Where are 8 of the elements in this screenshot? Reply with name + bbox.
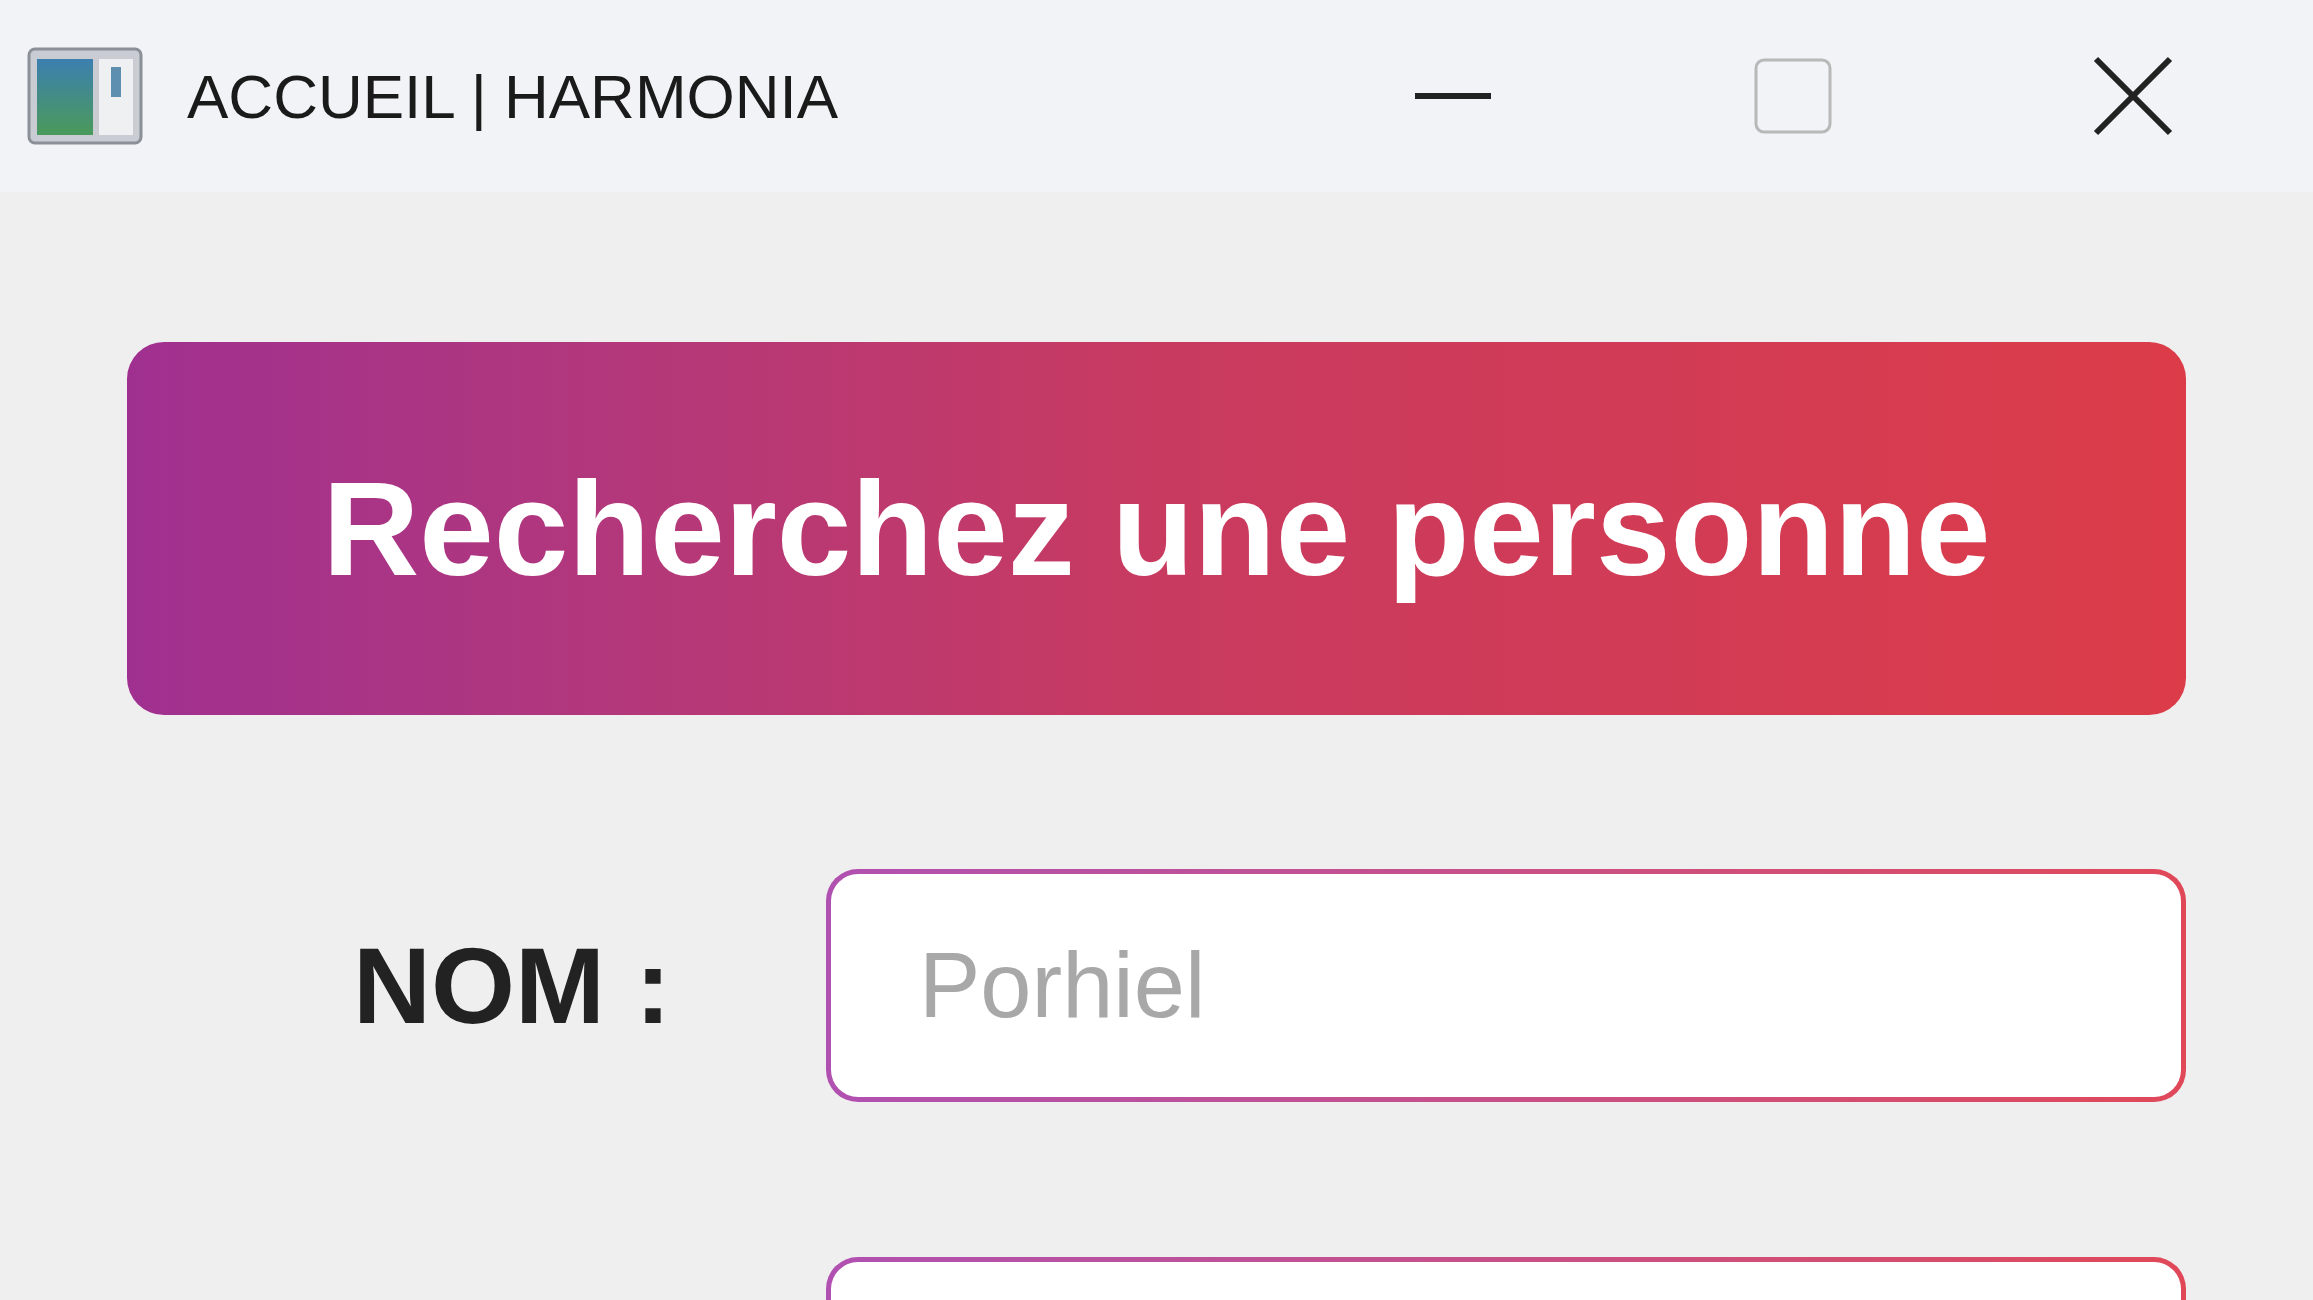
field-label: NOM : [353, 923, 671, 1048]
input-field[interactable]: Porhiel [826, 869, 2186, 1102]
banner-title: Recherchez une personne [322, 453, 1991, 605]
maximize-icon [1754, 58, 1832, 134]
minimize-icon [1415, 93, 1491, 99]
close-icon [2093, 56, 2173, 136]
app-icon [27, 47, 143, 145]
window-title: ACCUEIL | HARMONIA [187, 60, 839, 133]
